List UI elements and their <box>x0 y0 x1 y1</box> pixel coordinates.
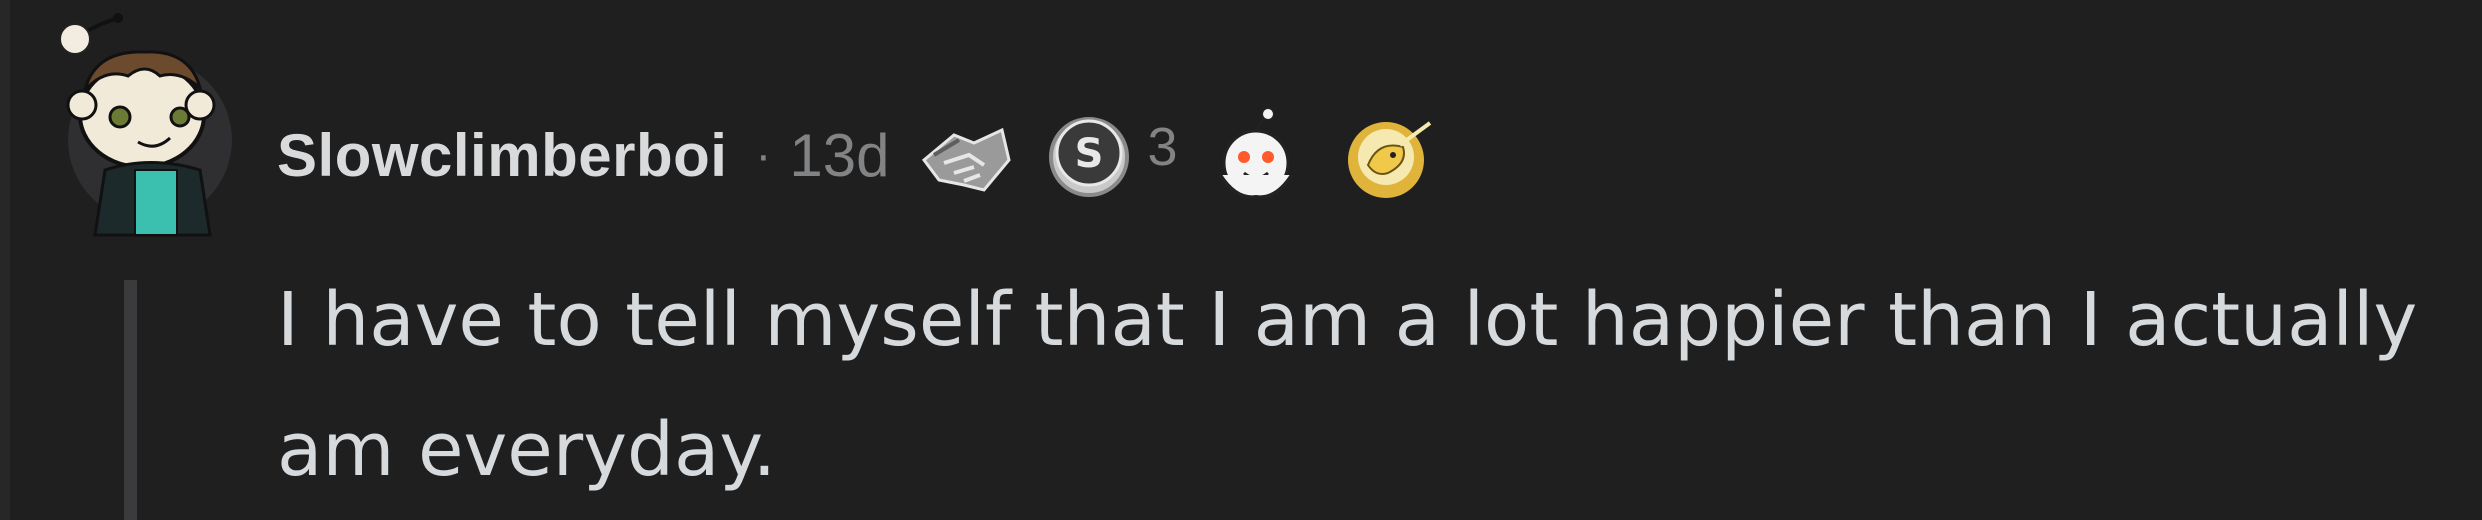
left-edge <box>0 0 10 520</box>
user-avatar[interactable] <box>50 10 250 240</box>
silver-award-count: 3 <box>1147 117 1178 177</box>
comment-body: I have to tell myself that I am a lot ha… <box>277 277 2418 493</box>
comment-container: Slowclimberboi · 13d S 3 I have to tell … <box>0 0 2482 520</box>
meta-separator: · <box>755 128 772 182</box>
comment-age[interactable]: 13d <box>789 121 889 190</box>
thread-collapse-line[interactable] <box>124 280 137 520</box>
wholesome-snoo-award-icon[interactable] <box>1206 105 1306 205</box>
comment-header: Slowclimberboi · 13d S 3 <box>277 100 1438 210</box>
username-link[interactable]: Slowclimberboi <box>277 121 727 190</box>
handshake-award-icon[interactable] <box>914 105 1014 205</box>
silver-award-icon[interactable]: S <box>1044 105 1134 205</box>
svg-text:S: S <box>1074 131 1103 177</box>
narwhal-award-icon[interactable] <box>1338 105 1438 205</box>
